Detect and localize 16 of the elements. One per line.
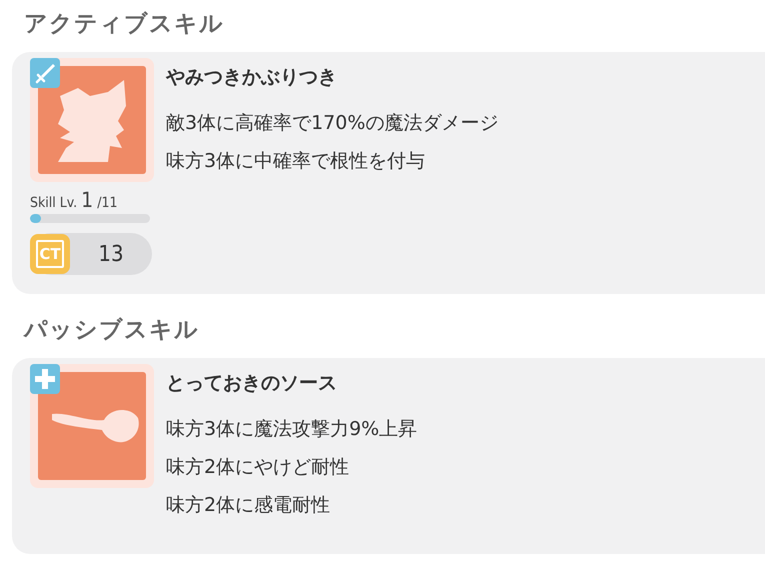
skill-level-label: Skill Lv. 1 /11 bbox=[30, 188, 118, 212]
skill-name: とっておきのソース bbox=[166, 371, 338, 396]
section-heading: パッシブスキル bbox=[24, 316, 200, 345]
cooldown-icon: CT bbox=[30, 234, 70, 274]
plus-icon bbox=[30, 364, 60, 394]
skill-description: 敵3体に高確率で170%の魔法ダメージ bbox=[166, 111, 498, 136]
spoon-icon bbox=[52, 410, 139, 442]
skill-name: やみつきかぶりつき bbox=[166, 65, 338, 90]
skill-description: 味方2体にやけど耐性 bbox=[166, 455, 350, 480]
skill-description: 味方2体に感電耐性 bbox=[166, 493, 332, 518]
skill-description: 味方3体に魔法攻撃力9%上昇 bbox=[166, 417, 418, 442]
sword-icon bbox=[30, 58, 60, 88]
section-heading: アクティブスキル bbox=[24, 10, 225, 39]
cooldown-value: 13 bbox=[97, 242, 125, 266]
skill-description: 味方3体に中確率で根性を付与 bbox=[166, 149, 426, 174]
beast-head-icon bbox=[58, 80, 126, 162]
